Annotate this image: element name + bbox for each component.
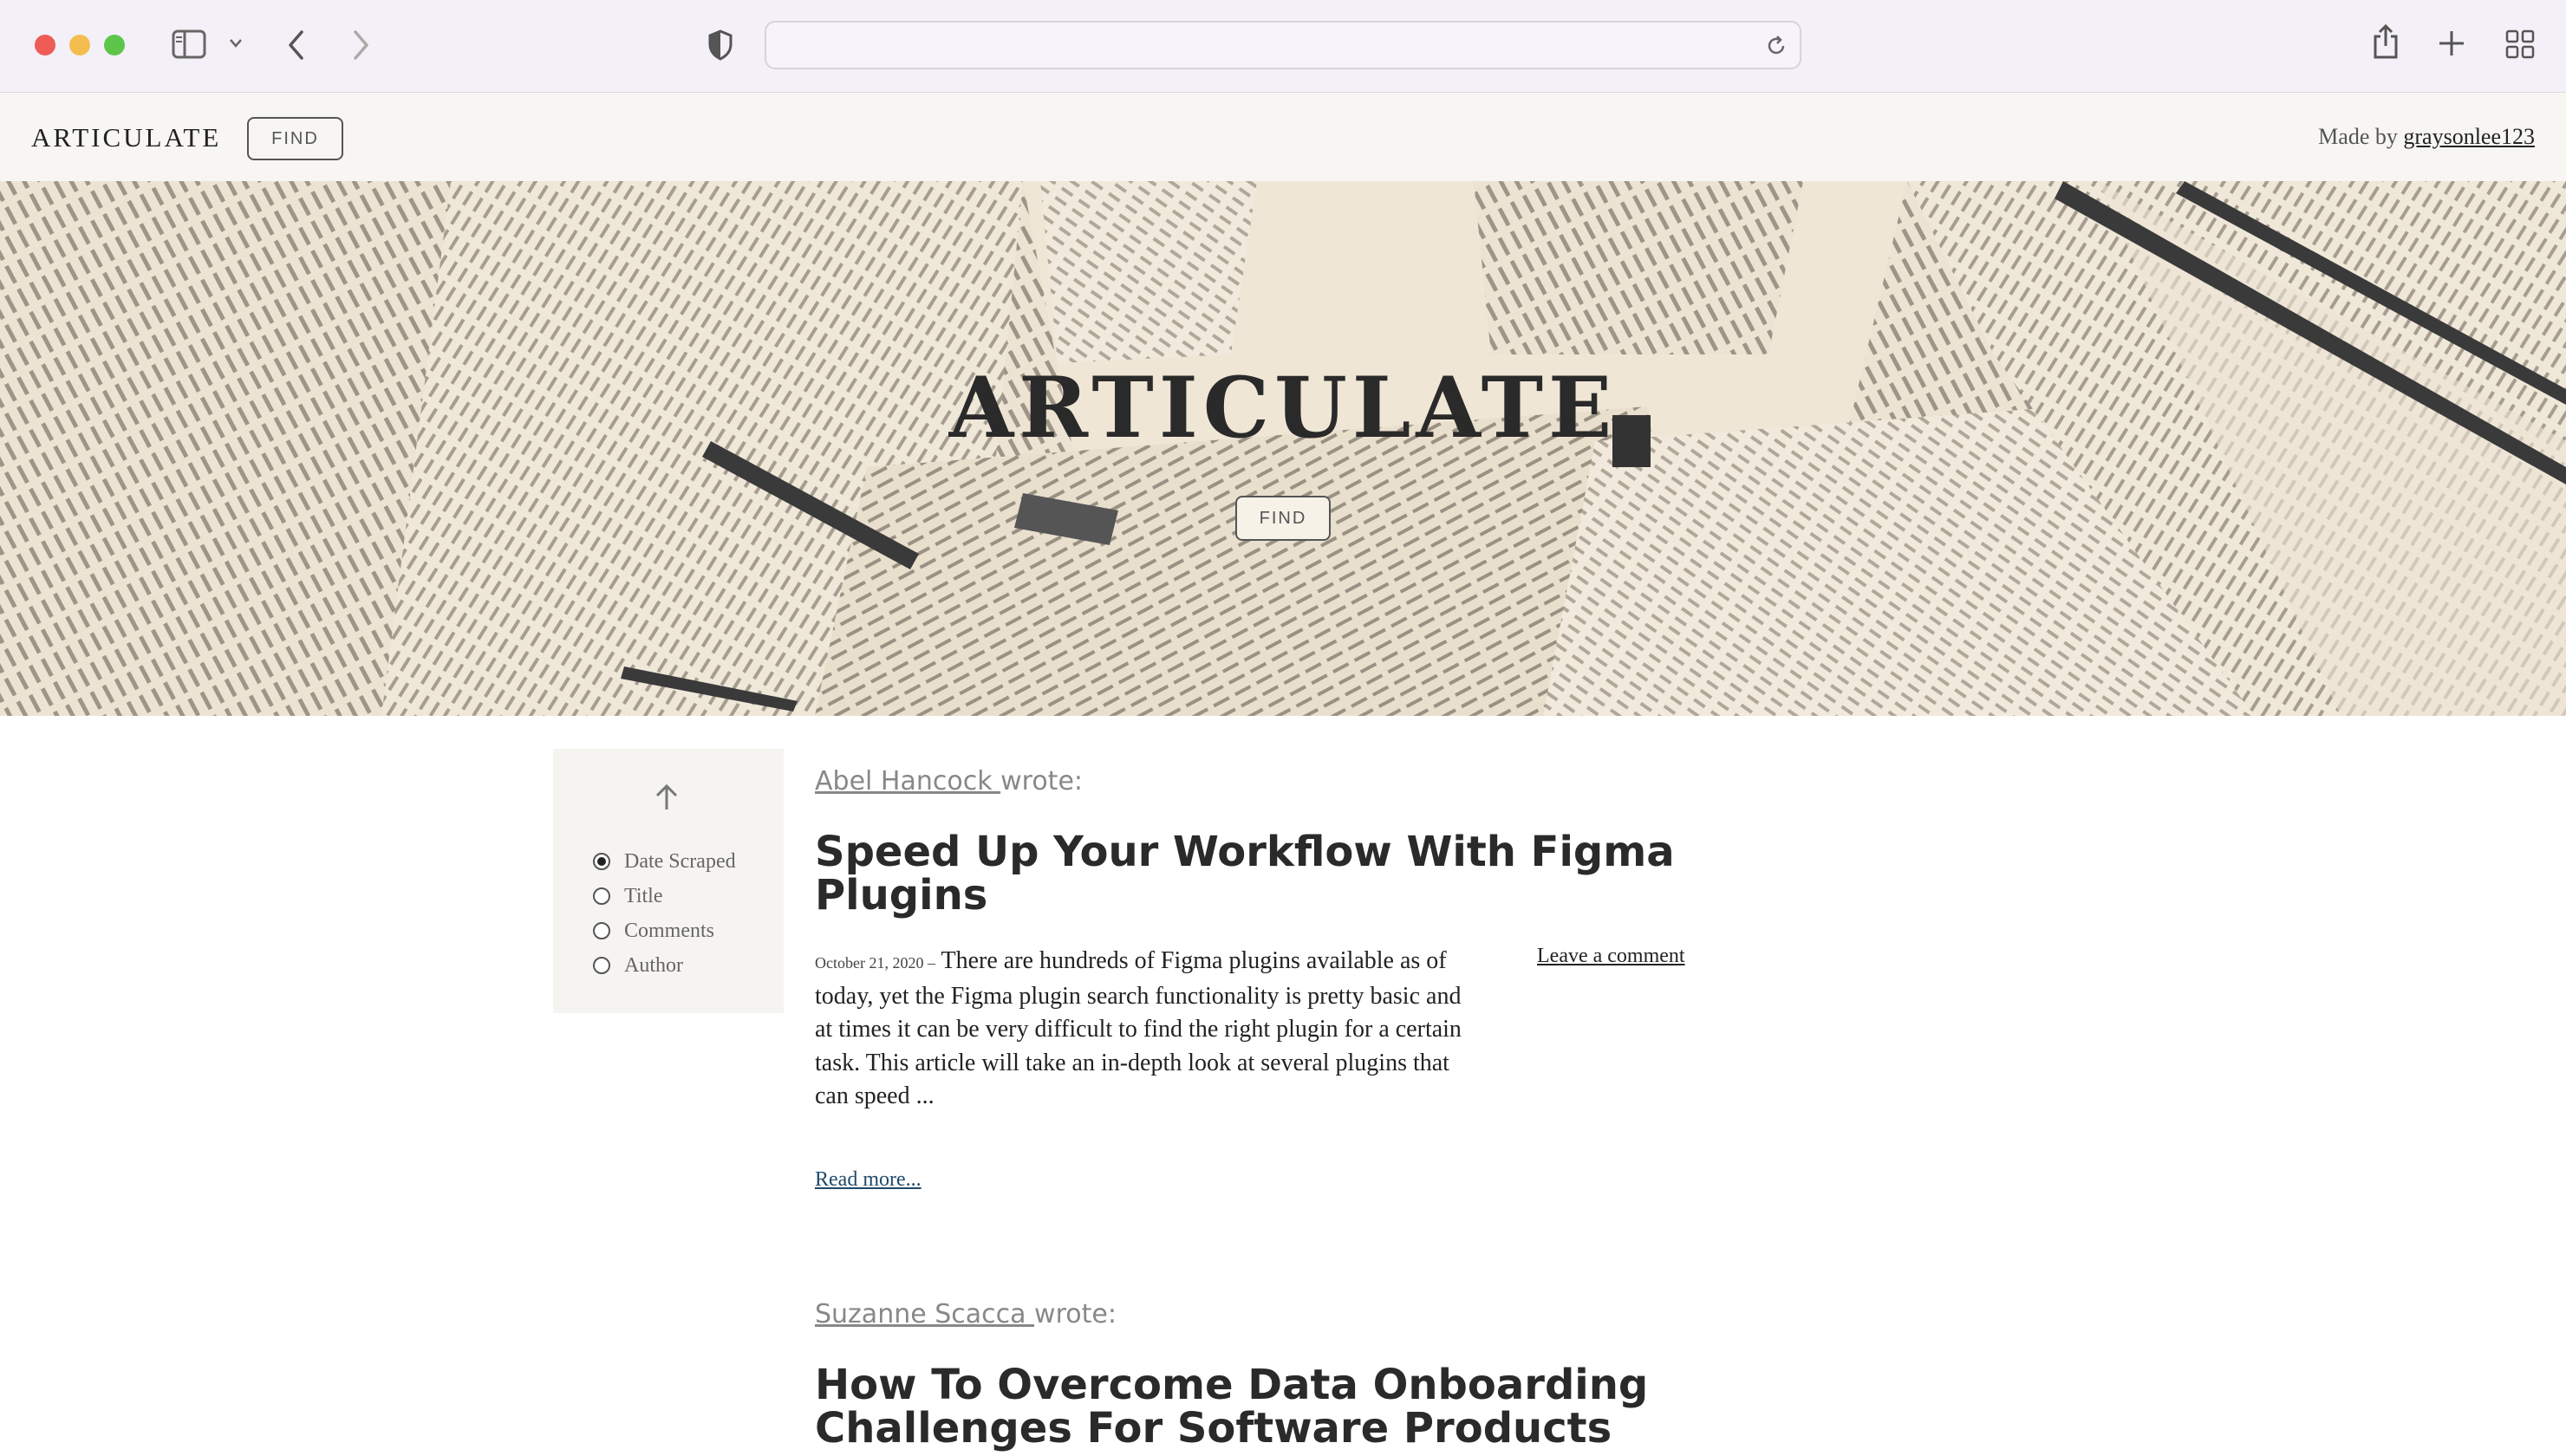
author-link[interactable]: Abel Hancock	[815, 766, 1000, 796]
sort-option-label: Date Scraped	[624, 849, 736, 873]
chevron-down-icon[interactable]	[229, 38, 243, 49]
hero-title: ARTICULATE	[948, 359, 1618, 457]
made-by-credit: Made by graysonlee123	[2318, 124, 2535, 150]
reload-icon[interactable]	[1765, 35, 1788, 57]
sort-option-comments[interactable]: Comments	[593, 918, 714, 944]
privacy-shield-icon[interactable]	[707, 29, 733, 61]
minimize-window-button[interactable]	[69, 35, 90, 55]
address-bar[interactable]	[765, 21, 1801, 69]
wrote-label: wrote:	[1034, 1299, 1117, 1329]
wrote-label: wrote:	[1000, 766, 1084, 796]
site-brand[interactable]: ARTICULATE	[31, 122, 221, 153]
radio-date-scraped[interactable]	[593, 853, 610, 870]
sort-option-date-scraped[interactable]: Date Scraped	[593, 848, 736, 874]
hero-find-button[interactable]: FIND	[1235, 496, 1331, 541]
sort-option-author[interactable]: Author	[593, 952, 683, 978]
forward-arrow-icon[interactable]	[350, 29, 371, 61]
article-title[interactable]: Speed Up Your Workflow With Figma Plugin…	[815, 830, 1699, 917]
sort-option-label: Author	[624, 953, 683, 977]
sort-option-label: Title	[624, 884, 663, 907]
close-window-button[interactable]	[35, 35, 55, 55]
tab-overview-icon[interactable]	[2505, 29, 2535, 59]
find-button[interactable]: FIND	[247, 117, 343, 160]
sort-option-label: Comments	[624, 919, 715, 942]
made-by-prefix: Made by	[2318, 124, 2398, 149]
browser-toolbar	[0, 0, 2566, 93]
back-arrow-icon[interactable]	[286, 29, 307, 61]
article-author-line: Suzanne Scacca wrote:	[815, 1299, 1117, 1329]
hero-banner: ARTICULATE FIND	[0, 181, 2566, 716]
article-author-line: Abel Hancock wrote:	[815, 766, 1083, 796]
site-header: ARTICULATE FIND Made by graysonlee123	[0, 93, 2566, 181]
zoom-window-button[interactable]	[104, 35, 125, 55]
author-link[interactable]: Suzanne Scacca	[815, 1299, 1034, 1329]
sort-direction-arrow-icon[interactable]	[654, 783, 680, 811]
made-by-link[interactable]: graysonlee123	[2403, 124, 2535, 149]
read-more-link[interactable]: Read more...	[815, 1168, 922, 1192]
sort-panel: Date Scraped Title Comments Author	[553, 749, 784, 1013]
sort-option-title[interactable]: Title	[593, 883, 662, 909]
radio-title[interactable]	[593, 887, 610, 905]
article-excerpt: October 21, 2020 – There are hundreds of…	[815, 945, 1482, 1114]
radio-author[interactable]	[593, 957, 610, 974]
share-icon[interactable]	[2372, 24, 2400, 61]
article-title[interactable]: How To Overcome Data Onboarding Challeng…	[815, 1363, 1699, 1450]
article-date: October 21, 2020 –	[815, 954, 935, 972]
excerpt-text: There are hundreds of Figma plugins avai…	[815, 947, 1462, 1109]
new-tab-icon[interactable]	[2438, 29, 2465, 57]
sidebar-icon[interactable]	[172, 29, 206, 59]
radio-comments[interactable]	[593, 922, 610, 939]
leave-comment-link[interactable]: Leave a comment	[1537, 945, 1685, 968]
